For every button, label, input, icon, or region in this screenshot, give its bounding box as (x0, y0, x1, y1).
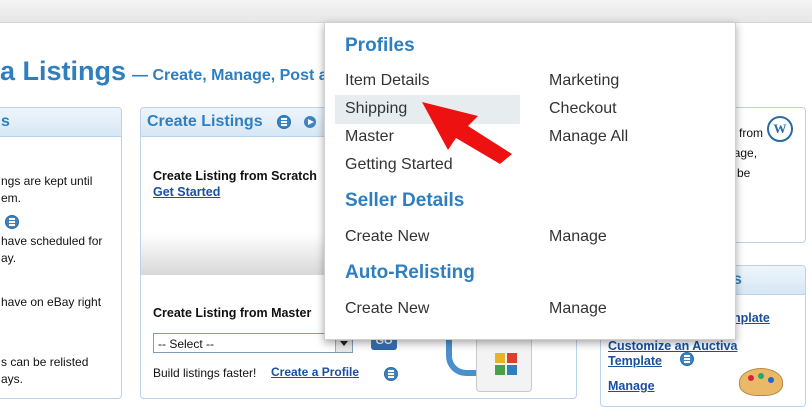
seller-details-heading: Seller Details (345, 190, 465, 211)
right-text-3: be (737, 166, 751, 180)
right-info-panel: W from page, be (726, 107, 806, 243)
info-icon[interactable] (384, 367, 398, 381)
customize-template-link-2[interactable]: Template (608, 354, 662, 368)
menu-item-relist-create-new[interactable]: Create New (345, 300, 429, 318)
menu-item-seller-manage[interactable]: Manage (549, 228, 607, 246)
menu-item-manage-all[interactable]: Manage All (549, 128, 628, 146)
info-icon[interactable] (5, 215, 19, 229)
page-title: a Listings — Create, Manage, Post ar (0, 56, 334, 87)
manage-link[interactable]: Manage (608, 379, 655, 393)
left-text-1: ngs are kept until (1, 174, 93, 188)
get-started-link[interactable]: Get Started (153, 185, 220, 199)
menu-icon[interactable] (277, 114, 292, 129)
template-link[interactable]: nplate (733, 311, 770, 325)
auto-relisting-heading: Auto-Relisting (345, 262, 475, 283)
build-text: Build listings faster! (153, 366, 257, 380)
menu-item-marketing[interactable]: Marketing (549, 72, 619, 90)
customize-template-link[interactable]: Customize an Auctiva (608, 339, 737, 353)
left-text-7: ays. (1, 372, 24, 386)
master-select-value: -- Select -- (158, 337, 215, 351)
left-panel-header: s (0, 108, 121, 137)
top-bar (0, 0, 812, 23)
play-icon[interactable] (303, 115, 316, 128)
create-profile-link[interactable]: Create a Profile (271, 365, 359, 379)
profiles-dropdown-menu: Profiles Item Details Shipping Master Ge… (324, 22, 736, 340)
wordpress-icon: W (767, 116, 793, 142)
master-select[interactable]: -- Select -- (153, 333, 353, 353)
menu-item-item-details[interactable]: Item Details (345, 72, 429, 90)
profiles-heading: Profiles (345, 35, 415, 56)
left-panel: s ngs are kept until em. have scheduled … (0, 107, 122, 399)
left-text-6: s can be relisted (1, 355, 89, 369)
menu-item-shipping-label: Shipping (345, 100, 408, 117)
menu-item-checkout[interactable]: Checkout (549, 100, 617, 118)
left-text-2: em. (1, 191, 22, 205)
page-subtitle: — Create, Manage, Post ar (132, 67, 334, 84)
info-icon[interactable] (680, 352, 694, 366)
master-label: Create Listing from Master (153, 306, 312, 320)
left-text-5: have on eBay right (1, 295, 102, 309)
menu-item-master[interactable]: Master (345, 128, 394, 146)
red-arrow-icon (422, 102, 512, 164)
left-text-4: ay. (1, 251, 17, 265)
right-text-1: from (739, 126, 763, 140)
menu-item-seller-create-new[interactable]: Create New (345, 228, 429, 246)
create-listings-title: Create Listings (147, 113, 263, 130)
scratch-label: Create Listing from Scratch (153, 169, 317, 183)
menu-item-relist-manage[interactable]: Manage (549, 300, 607, 318)
page-title-main: a Listings (0, 56, 127, 86)
palette-icon (739, 368, 783, 396)
left-text-3: have scheduled for (1, 234, 103, 248)
